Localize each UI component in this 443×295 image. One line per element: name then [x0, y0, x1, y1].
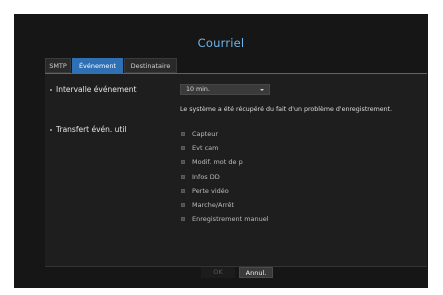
footer-divider [45, 266, 427, 267]
event-interval-label: Intervalle événement [56, 85, 137, 94]
checkbox-icon[interactable] [181, 160, 185, 165]
option-manual-recording[interactable]: Enregistrement manuel [181, 212, 269, 226]
recovery-info-text: Le système a été récupéré du fait d'un p… [180, 106, 393, 113]
tab-smtp[interactable]: SMTP [45, 58, 71, 73]
tab-event[interactable]: Événement [72, 58, 123, 73]
checkbox-icon[interactable] [181, 203, 185, 208]
tab-bar: SMTP Événement Destinataire [45, 58, 178, 73]
option-label: Infos DD [192, 172, 220, 181]
checkbox-icon[interactable] [181, 174, 185, 179]
option-password-change[interactable]: Modif. mot de p [181, 155, 269, 169]
option-label: Evt cam [192, 144, 219, 153]
option-label: Modif. mot de p [192, 158, 243, 167]
checkbox-icon[interactable] [181, 132, 185, 137]
checkbox-icon[interactable] [181, 217, 185, 222]
option-label: Capteur [192, 130, 218, 139]
chevron-down-icon [260, 88, 264, 91]
option-label: Perte vidéo [192, 186, 229, 195]
tab-recipient[interactable]: Destinataire [124, 58, 177, 73]
option-power[interactable]: Marche/Arrêt [181, 198, 269, 212]
transfer-row: Transfert évén. util [50, 125, 127, 134]
cancel-button[interactable]: Annul. [239, 267, 273, 278]
transfer-options-list: Capteur Evt cam Modif. mot de p Infos DD… [181, 127, 269, 226]
option-label: Enregistrement manuel [192, 215, 269, 224]
option-hdd-info[interactable]: Infos DD [181, 170, 269, 184]
event-interval-select[interactable]: 10 min. [180, 84, 270, 95]
event-interval-row: Intervalle événement [50, 85, 137, 94]
checkbox-icon[interactable] [181, 146, 185, 151]
dialog-title: Courriel [197, 36, 245, 50]
tab-content-panel: Intervalle événement 10 min. Le système … [45, 73, 427, 266]
email-settings-dialog: Courriel SMTP Événement Destinataire Int… [14, 14, 428, 288]
bullet-icon [50, 128, 52, 131]
transfer-label: Transfert évén. util [56, 125, 127, 134]
option-capteur[interactable]: Capteur [181, 127, 269, 141]
option-video-loss[interactable]: Perte vidéo [181, 184, 269, 198]
checkbox-icon[interactable] [181, 188, 185, 193]
bullet-icon [50, 88, 52, 91]
ok-button[interactable]: OK [201, 267, 235, 278]
option-label: Marche/Arrêt [192, 201, 235, 210]
event-interval-value: 10 min. [186, 86, 210, 93]
option-evt-cam[interactable]: Evt cam [181, 141, 269, 155]
